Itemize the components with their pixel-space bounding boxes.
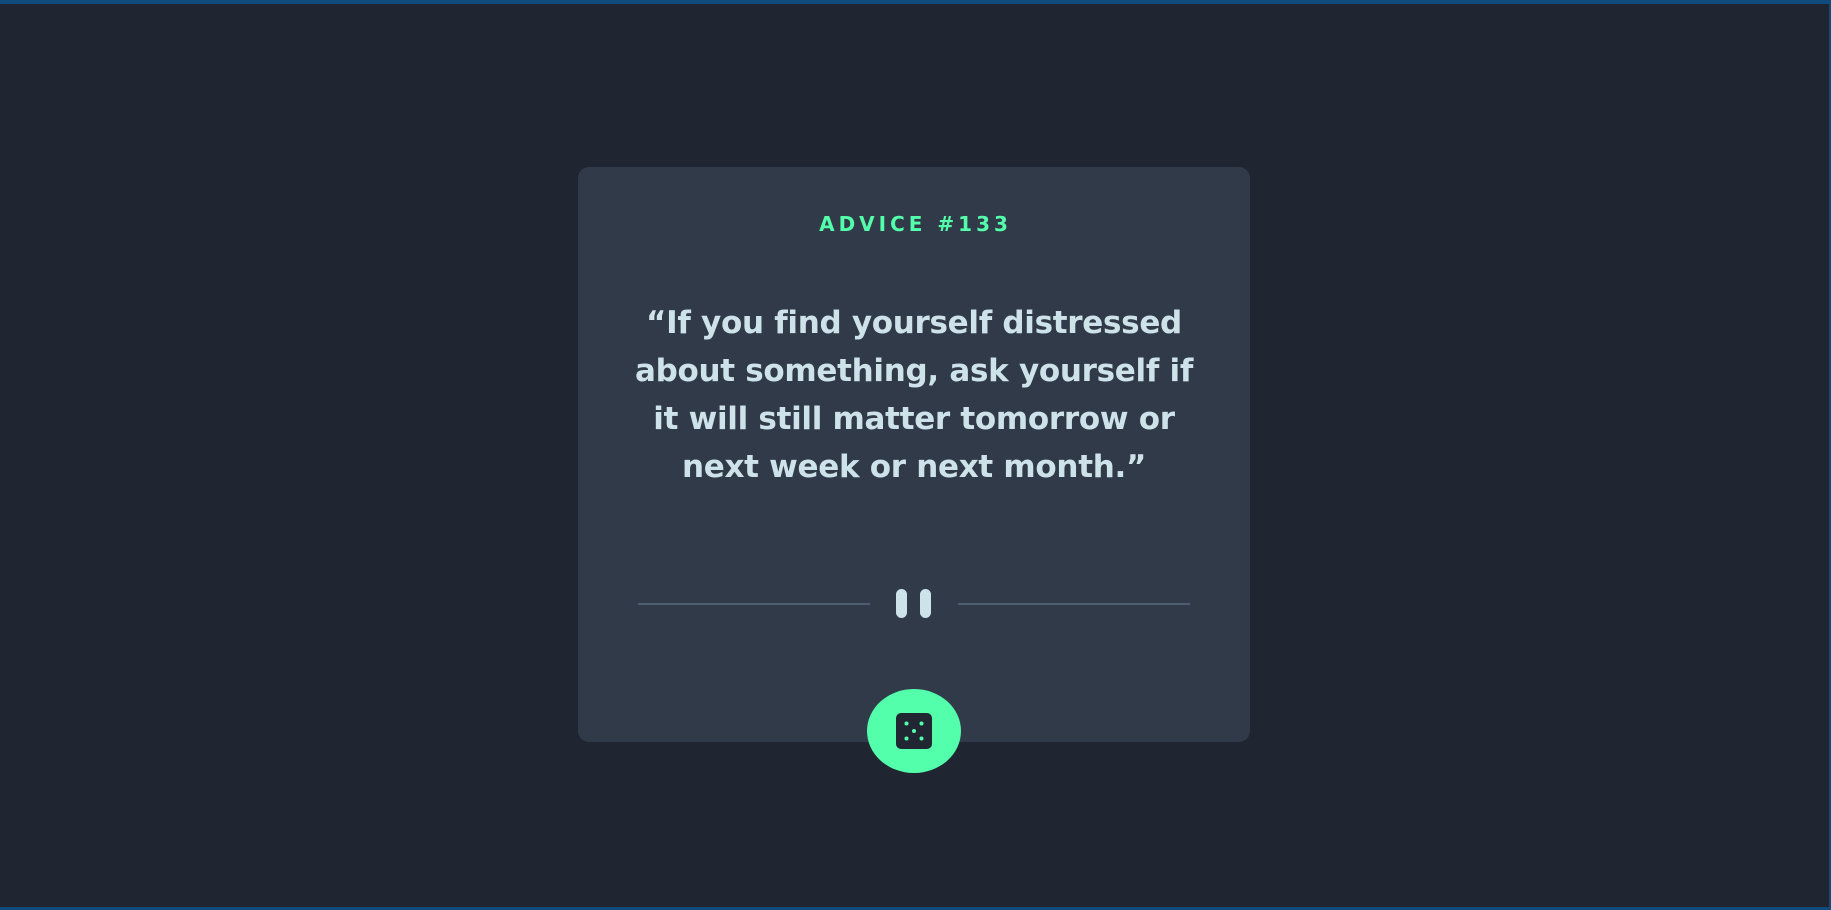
advice-id-label: ADVICE #133 <box>819 212 1012 236</box>
divider-line-right <box>958 603 1190 605</box>
pause-icon <box>896 589 931 618</box>
advice-quote: “If you find yourself distressed about s… <box>634 305 1194 485</box>
dice-icon <box>896 713 932 749</box>
generate-advice-button[interactable] <box>867 689 961 773</box>
divider-line-left <box>638 603 870 605</box>
